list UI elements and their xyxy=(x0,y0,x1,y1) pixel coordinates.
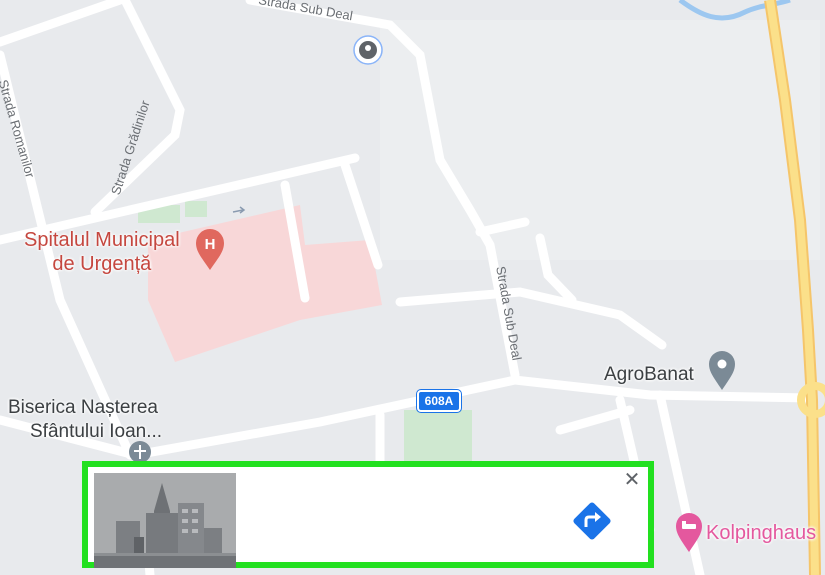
park xyxy=(185,201,207,217)
location-marker-icon[interactable] xyxy=(353,35,383,65)
hospital-name-line1: Spitalul Municipal xyxy=(24,229,180,251)
church-name-line1: Biserica Nașterea xyxy=(8,397,158,418)
hospital-name-line2: de Urgență xyxy=(52,253,152,275)
poi-label-kolpinghaus[interactable]: Kolpinghaus xyxy=(706,522,816,545)
place-info-card[interactable]: ✕ xyxy=(82,461,654,568)
poi-label-agrobanat[interactable]: AgroBanat xyxy=(604,364,694,386)
place-icon[interactable] xyxy=(129,441,151,463)
svg-text:H: H xyxy=(205,236,216,253)
church-name-line2: Sfântului Ioan... xyxy=(30,421,163,442)
directions-icon[interactable] xyxy=(570,499,614,543)
park xyxy=(404,410,472,465)
poi-label-church[interactable]: Biserica Nașterea Sfântului Ioan... xyxy=(8,396,162,444)
place-thumbnail[interactable] xyxy=(94,473,236,568)
poi-label-hospital[interactable]: Spitalul Municipal de Urgență xyxy=(24,228,180,276)
route-shield: 608A xyxy=(417,390,461,412)
close-icon[interactable]: ✕ xyxy=(621,469,643,491)
